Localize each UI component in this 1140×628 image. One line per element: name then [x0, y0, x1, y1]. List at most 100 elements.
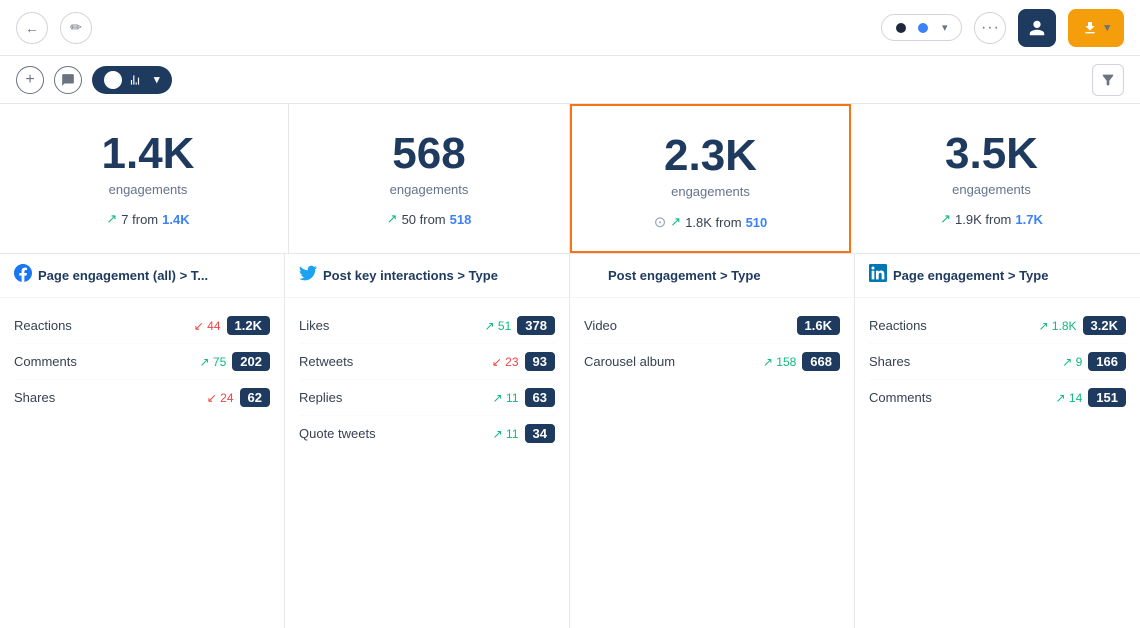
chart-card-linkedin: Page engagement > Type Reactions ↗ 1.8K … [855, 254, 1140, 628]
stat-value-2: 2.3K [596, 134, 825, 178]
change-text-1: 50 from [402, 212, 446, 227]
chart-title: Post key interactions > Type [323, 268, 498, 283]
chart-badge: 34 [525, 424, 555, 443]
user-icon [1028, 19, 1046, 37]
main-content: 1.4K engagements ↗ 7 from 1.4K 568 engag… [0, 104, 1140, 628]
chart-row-right: ↙ 44 1.2K [194, 316, 270, 335]
chart-badge: 63 [525, 388, 555, 407]
download-icon [1082, 20, 1098, 36]
change-val: ↙ 44 [194, 319, 221, 333]
change-text-3: 1.9K from [955, 212, 1011, 227]
chart-header: Post key interactions > Type [285, 254, 569, 298]
more-options-button[interactable]: ··· [974, 12, 1006, 44]
stat-card-3[interactable]: 3.5K engagements ↗ 1.9K from 1.7K [851, 104, 1132, 253]
social-accounts-count [104, 71, 122, 89]
export-button[interactable]: ▾ [1068, 9, 1124, 47]
chart-body: Reactions ↙ 44 1.2K Comments ↗ 75 202 Sh… [0, 298, 284, 628]
charts-row: Page engagement (all) > T... Reactions ↙… [0, 254, 1140, 628]
chart-badge: 3.2K [1083, 316, 1126, 335]
instagram-icon [584, 264, 602, 287]
chart-badge: 1.2K [227, 316, 270, 335]
back-button[interactable]: ← [16, 12, 48, 44]
chart-row-right: ↗ 14 151 [1056, 388, 1126, 407]
chart-badge: 151 [1088, 388, 1126, 407]
chart-row-label: Comments [14, 354, 94, 369]
current-period-dot [896, 23, 906, 33]
chart-row-right: ↙ 24 62 [207, 388, 270, 407]
stat-change-1: ↗ 50 from 518 [313, 211, 545, 227]
change-from-val-2: 510 [746, 215, 768, 230]
twitter-icon [299, 264, 317, 287]
top-navigation: ← ✏ ▾ ··· ▾ [0, 0, 1140, 56]
social-accounts-button[interactable]: ▾ [92, 66, 172, 94]
bar-chart-icon [128, 73, 142, 87]
chart-row-right: ↗ 9 166 [1062, 352, 1126, 371]
add-widget-button[interactable]: + [16, 66, 44, 94]
chart-row-right: 1.6K [797, 316, 840, 335]
chart-row-right: ↗ 158 668 [763, 352, 840, 371]
chart-row-label: Replies [299, 390, 379, 405]
filter-button[interactable] [1092, 64, 1124, 96]
change-val: ↗ 11 [493, 427, 519, 441]
chart-badge: 62 [240, 388, 270, 407]
stat-label-3: engagements [875, 182, 1108, 197]
edit-button[interactable]: ✏ [60, 12, 92, 44]
stat-value-1: 568 [313, 132, 545, 176]
chart-card-instagram: Post engagement > Type Video 1.6K Carous… [570, 254, 855, 628]
chart-row-1: Shares ↗ 9 166 [869, 344, 1126, 380]
chat-icon [61, 73, 75, 87]
chart-row-label: Comments [869, 390, 949, 405]
stat-label-1: engagements [313, 182, 545, 197]
chart-row-0: Likes ↗ 51 378 [299, 308, 555, 344]
chart-title: Post engagement > Type [608, 268, 761, 283]
change-val: ↗ 75 [200, 355, 227, 369]
change-val: ↗ 1.8K [1038, 319, 1076, 333]
stat-card-0[interactable]: 1.4K engagements ↗ 7 from 1.4K [8, 104, 289, 253]
chart-body: Reactions ↗ 1.8K 3.2K Shares ↗ 9 166 Com… [855, 298, 1140, 628]
stat-card-2[interactable]: 2.3K engagements ⊙ ↗ 1.8K from 510 [570, 104, 851, 253]
chart-row-2: Comments ↗ 14 151 [869, 380, 1126, 415]
chart-row-1: Comments ↗ 75 202 [14, 344, 270, 380]
comment-button[interactable] [54, 66, 82, 94]
compare-icon: ⊙ [654, 213, 667, 231]
chart-row-right: ↗ 1.8K 3.2K [1038, 316, 1126, 335]
stat-label-0: engagements [32, 182, 264, 197]
stats-row: 1.4K engagements ↗ 7 from 1.4K 568 engag… [0, 104, 1140, 254]
change-val: ↗ 158 [763, 355, 796, 369]
chart-row-right: ↗ 11 34 [493, 424, 555, 443]
chart-badge: 668 [802, 352, 840, 371]
date-range-selector[interactable]: ▾ [881, 14, 963, 41]
user-button[interactable] [1018, 9, 1056, 47]
sub-navigation: + ▾ [0, 56, 1140, 104]
chart-row-label: Reactions [869, 318, 949, 333]
change-val: ↗ 51 [485, 319, 512, 333]
stat-label-2: engagements [596, 184, 825, 199]
chart-row-label: Shares [14, 390, 94, 405]
chart-body: Likes ↗ 51 378 Retweets ↙ 23 93 Replies … [285, 298, 569, 628]
chart-row-2: Replies ↗ 11 63 [299, 380, 555, 416]
change-val: ↗ 14 [1056, 391, 1083, 405]
social-accounts-chevron-icon: ▾ [154, 73, 160, 86]
chart-row-label: Shares [869, 354, 949, 369]
chart-title: Page engagement (all) > T... [38, 268, 208, 283]
change-val: ↙ 23 [492, 355, 519, 369]
chart-body: Video 1.6K Carousel album ↗ 158 668 [570, 298, 854, 628]
change-arrow-icon-2: ↗ [670, 214, 681, 230]
chart-row-label: Video [584, 318, 664, 333]
change-val: ↙ 24 [207, 391, 234, 405]
export-chevron-icon: ▾ [1104, 21, 1110, 34]
chevron-down-icon: ▾ [942, 21, 948, 34]
chart-row-1: Retweets ↙ 23 93 [299, 344, 555, 380]
chart-row-0: Reactions ↗ 1.8K 3.2K [869, 308, 1126, 344]
change-text-0: 7 from [121, 212, 158, 227]
chart-row-2: Shares ↙ 24 62 [14, 380, 270, 415]
chart-badge: 93 [525, 352, 555, 371]
stat-change-3: ↗ 1.9K from 1.7K [875, 211, 1108, 227]
linkedin-icon [869, 264, 887, 287]
stat-card-1[interactable]: 568 engagements ↗ 50 from 518 [289, 104, 570, 253]
compare-period-dot [918, 23, 928, 33]
chart-badge: 378 [517, 316, 555, 335]
change-val: ↗ 11 [493, 391, 519, 405]
chart-header: Page engagement > Type [855, 254, 1140, 298]
chart-card-twitter: Post key interactions > Type Likes ↗ 51 … [285, 254, 570, 628]
